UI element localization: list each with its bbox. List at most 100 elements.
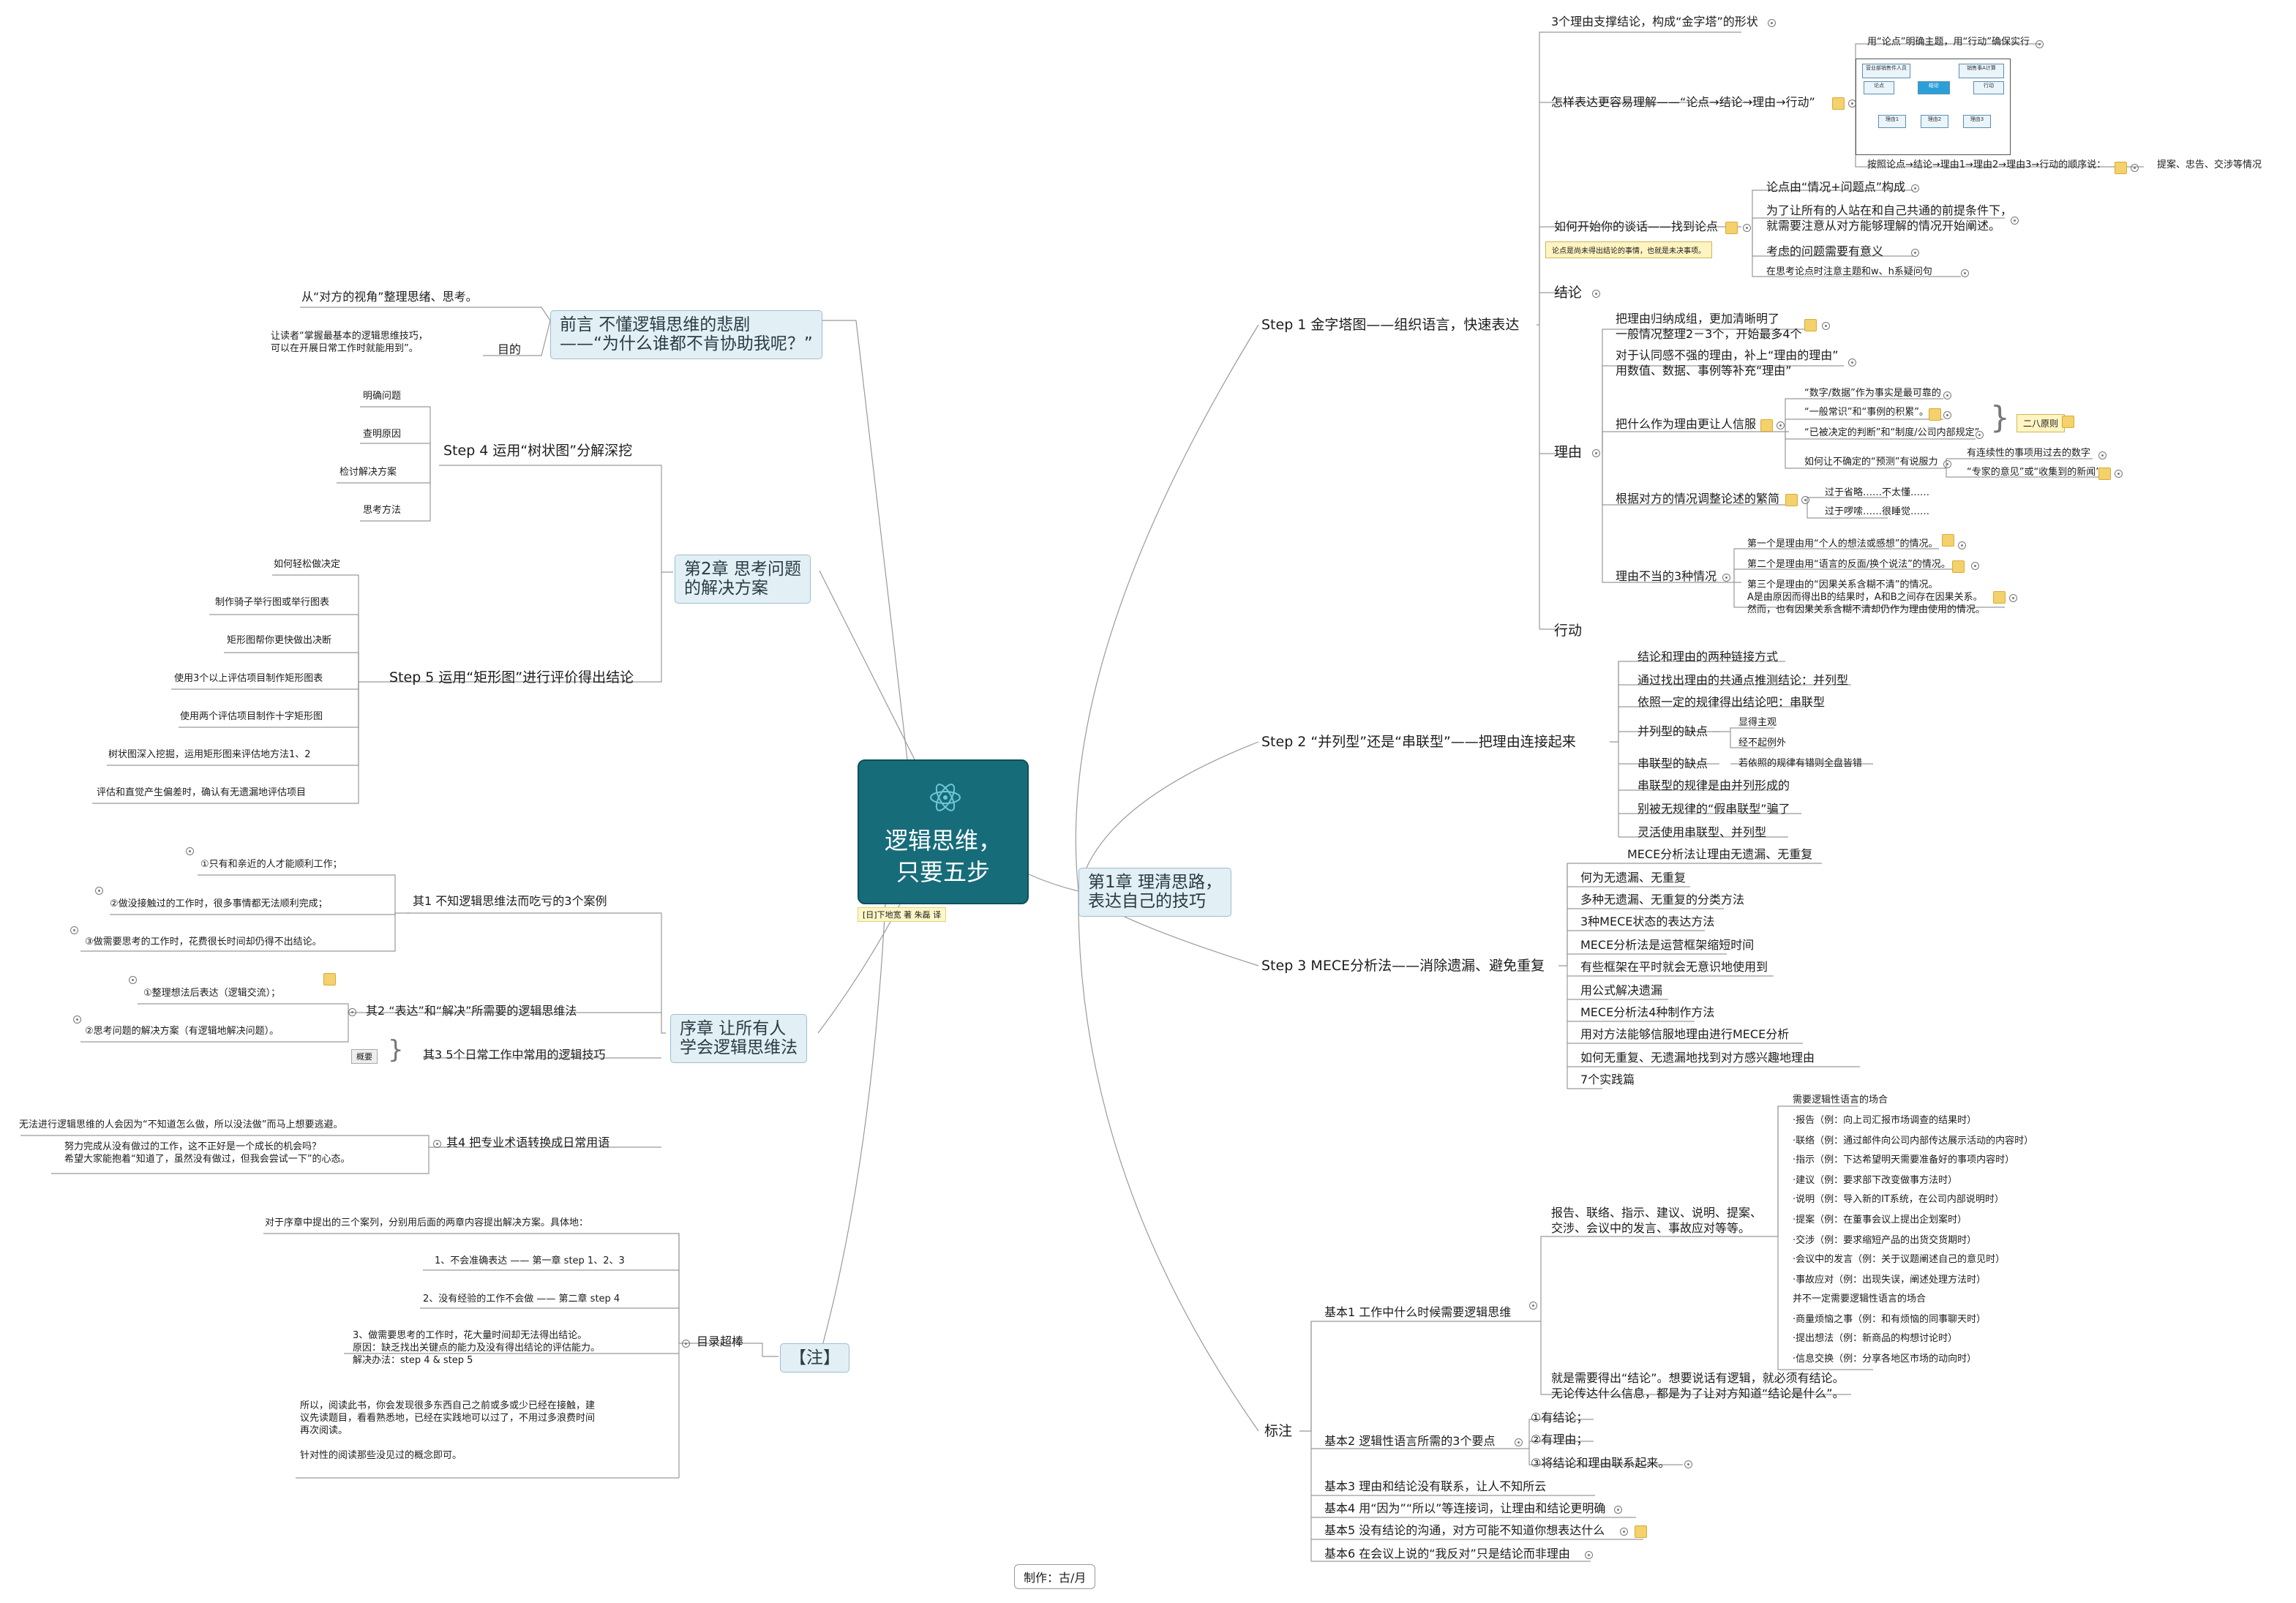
step1-e4[interactable]: 根据对方的情况调整论述的繁简: [1616, 492, 1779, 507]
expand-icon[interactable]: [186, 847, 194, 855]
step1-b2x[interactable]: 提案、忠告、交涉等情况: [2157, 159, 2262, 172]
expand-icon[interactable]: [95, 887, 103, 895]
step3-item[interactable]: 多种无遗漏、无重复的分类方法: [1580, 893, 1744, 908]
chapter1-topic[interactable]: 第1章 理清思路， 表达自己的技巧: [1078, 868, 1231, 917]
step5-item[interactable]: 矩形图帮你更快做出决断: [227, 635, 331, 647]
expand-icon[interactable]: [433, 1140, 441, 1148]
step1-c3[interactable]: 考虑的问题需要有意义: [1766, 244, 1883, 260]
step1-e3d1[interactable]: 有连续性的事项用过去的数字: [1967, 448, 2090, 460]
note-icon[interactable]: [1942, 534, 1954, 547]
notes-r4[interactable]: 所以，阅读此书，你会发现很多东西自己之前或多或少已经在接触，建 议先读题目，看看…: [300, 1400, 595, 1462]
step3-item[interactable]: 3种MECE状态的表达方法: [1580, 915, 1714, 930]
step5-item[interactable]: 树状图深入挖掘，运用矩形图来评估地方法1、2: [108, 749, 311, 762]
central-topic[interactable]: 逻辑思维， 只要五步: [858, 759, 1029, 904]
expand-icon[interactable]: [2009, 594, 2017, 602]
step1-e3b[interactable]: “一般常识”和“事例的积累”。: [1804, 407, 1929, 419]
step2-item[interactable]: 结论和理由的两种链接方式: [1637, 650, 1778, 665]
step5-item[interactable]: 制作骑子举行图或举行图表: [215, 597, 329, 609]
expand-icon[interactable]: [1592, 449, 1600, 457]
expand-icon[interactable]: [2115, 470, 2123, 478]
expand-icon[interactable]: [1958, 541, 1966, 549]
prologue-q2-item[interactable]: ①整理想法后表达（逻辑交流）；: [143, 988, 280, 1000]
note-icon[interactable]: [1832, 97, 1845, 110]
step5-item[interactable]: 使用两个评估项目制作十字矩形图: [180, 711, 323, 724]
chapter2-topic[interactable]: 第2章 思考问题 的解决方案: [675, 555, 811, 604]
step1-c1[interactable]: 论点由“情况+问题点”构成: [1766, 180, 1905, 195]
expand-icon[interactable]: [129, 976, 137, 984]
expand-icon[interactable]: [1529, 1302, 1537, 1310]
note-icon[interactable]: [1993, 591, 2006, 604]
step5-item[interactable]: 使用3个以上评估项目制作矩形图表: [174, 673, 323, 686]
prologue-q1-item[interactable]: ①只有和亲近的人才能顺利工作；: [200, 859, 342, 871]
basic-4[interactable]: 基本4 用“因为”“所以”等连接词，让理由和结论更明确: [1324, 1501, 1605, 1517]
basic-2-c[interactable]: ③将结论和理由联系起来。: [1531, 1456, 1670, 1471]
note-icon[interactable]: [323, 973, 336, 986]
expand-icon[interactable]: [1911, 184, 1919, 192]
step1-e5[interactable]: 理由不当的3种情况: [1616, 569, 1717, 585]
basic-3[interactable]: 基本3 理由和结论没有联系，让人不知所云: [1324, 1479, 1546, 1495]
step2-item[interactable]: 并列型的缺点: [1637, 724, 1708, 740]
expand-icon[interactable]: [348, 1008, 356, 1016]
expand-icon[interactable]: [1961, 269, 1969, 277]
prologue-q1-item[interactable]: ②做没接触过的工作时，很多事情都无法顺利完成；: [110, 898, 328, 911]
prologue-q2[interactable]: 其2 “表达”和“解决”所需要的逻辑思维法: [366, 1004, 577, 1019]
step2-item[interactable]: 串联型的规律是由并列形成的: [1637, 778, 1790, 794]
step4-item[interactable]: 思考方法: [363, 505, 401, 517]
step2-item[interactable]: 依照一定的规律得出结论吧：串联型: [1637, 695, 1825, 710]
step2-p1[interactable]: 显得主观: [1738, 717, 1777, 729]
step4-label[interactable]: Step 4 运用“树状图”分解深挖: [443, 442, 632, 460]
expand-icon[interactable]: [73, 1016, 81, 1024]
step3-item[interactable]: 有些框架在平时就会无意识地使用到: [1580, 960, 1768, 975]
note-icon[interactable]: [1635, 1525, 1647, 1538]
step3-item[interactable]: 用对方法能够信服地理由进行MECE分析: [1580, 1027, 1789, 1043]
step3-item[interactable]: MECE分析法4种制作方法: [1580, 1005, 1714, 1021]
expand-icon[interactable]: [2011, 217, 2019, 225]
expand-icon[interactable]: [1768, 19, 1776, 27]
expand-icon[interactable]: [1585, 1551, 1593, 1559]
notes-r2[interactable]: 2、没有经验的工作不会做 —— 第二章 step 4: [423, 1294, 620, 1306]
step3-item[interactable]: 7个实践篇: [1580, 1073, 1635, 1088]
basic-5[interactable]: 基本5 没有结论的沟通，对方可能不知道你想表达什么: [1324, 1523, 1605, 1539]
step2-item[interactable]: 串联型的缺点: [1637, 757, 1708, 772]
annotation-label[interactable]: 标注: [1264, 1422, 1292, 1441]
basic-2[interactable]: 基本2 逻辑性语言所需的3个要点: [1324, 1434, 1495, 1449]
expand-icon[interactable]: [1515, 1438, 1523, 1446]
step3-item[interactable]: MECE分析法让理由无遗漏、无重复: [1627, 847, 1812, 863]
expand-icon[interactable]: [1684, 1460, 1692, 1468]
step1-e3d2[interactable]: “专家的意见”或“收集到的新闻”: [1967, 467, 2101, 479]
step3-item[interactable]: 如何无重复、无遗漏地找到对方感兴趣地理由: [1580, 1051, 1815, 1066]
expand-icon[interactable]: [1620, 1528, 1628, 1536]
step1-e4a[interactable]: 过于省略……不太懂……: [1825, 487, 1929, 500]
step1-a[interactable]: 3个理由支撑结论，构成“金字塔”的形状: [1551, 15, 1758, 30]
step4-item[interactable]: 检讨解决方案: [339, 467, 397, 479]
expand-icon[interactable]: [1976, 431, 1984, 439]
note-icon[interactable]: [2062, 416, 2074, 428]
step1-e1[interactable]: 把理由归纳成组，更加清晰明了 一般情况整理2－3个，开始最多4个: [1616, 312, 1802, 342]
step1-e[interactable]: 理由: [1554, 443, 1582, 462]
step1-c4[interactable]: 在思考论点时注意主题和w、h系疑问句: [1766, 266, 1932, 279]
note-icon[interactable]: [1929, 408, 1941, 421]
notes-topic[interactable]: 【注】: [780, 1343, 849, 1373]
step1-f[interactable]: 行动: [1554, 622, 1582, 640]
step2-p2[interactable]: 经不起例外: [1738, 737, 1786, 750]
step4-item[interactable]: 明确问题: [363, 391, 401, 403]
step5-item[interactable]: 如何轻松做决定: [274, 559, 340, 571]
step2-label[interactable]: Step 2 “并列型”还是“串联型”——把理由连接起来: [1261, 733, 1576, 751]
expand-icon[interactable]: [70, 926, 78, 934]
step1-e3c[interactable]: “已被决定的判断”和“制度/公司内部规定”: [1804, 427, 1979, 440]
expand-icon[interactable]: [2098, 451, 2106, 459]
step1-e5a[interactable]: 第一个是理由用“个人的想法或感想”的情况。: [1747, 538, 1937, 551]
step1-e3[interactable]: 把什么作为理由更让人信服: [1616, 417, 1756, 432]
notes-r3[interactable]: 3、做需要思考的工作时，花大量时间却无法得出结论。 原因：缺乏找出关键点的能力及…: [353, 1330, 600, 1367]
note-icon[interactable]: [1760, 419, 1773, 432]
note-icon[interactable]: [1785, 494, 1798, 506]
step3-label[interactable]: Step 3 MECE分析法——消除遗漏、避免重复: [1261, 957, 1545, 975]
prologue-q4-b[interactable]: 努力完成从没有做过的工作，这不正好是一个成长的机会吗？ 希望大家能抱着“知道了，…: [64, 1141, 350, 1166]
prologue-topic[interactable]: 序章 让所有人 学会逻辑思维法: [670, 1014, 807, 1063]
step2-q1[interactable]: 若依照的规律有错则全盘皆错: [1738, 758, 1862, 770]
expand-icon[interactable]: [682, 1340, 690, 1348]
preface-b-label[interactable]: 目的: [498, 342, 521, 358]
step1-e3d[interactable]: 如何让不确定的“预测”有说服力: [1804, 457, 1937, 469]
step1-b[interactable]: 怎样表达更容易理解——“论点→结论→理由→行动”: [1551, 95, 1815, 110]
prologue-q2-item[interactable]: ②思考问题的解决方案（有逻辑地解决问题）。: [85, 1026, 279, 1038]
